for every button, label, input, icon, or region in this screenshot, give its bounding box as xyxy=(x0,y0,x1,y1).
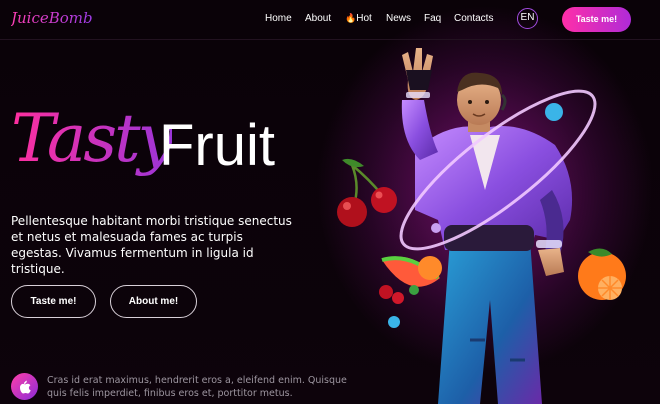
navbar: JuiceBomb Home About 🔥Hot News Faq Conta… xyxy=(0,0,660,40)
nav-home[interactable]: Home xyxy=(265,13,292,24)
cherries-illustration xyxy=(337,158,397,227)
character-hand xyxy=(538,248,564,276)
hero-title-main: Fruit xyxy=(159,113,275,178)
hero-description: Pellentesque habitant morbi tristique se… xyxy=(11,214,292,276)
nav-hot[interactable]: 🔥Hot xyxy=(345,13,372,24)
nav-hot-label: Hot xyxy=(356,13,372,24)
fire-icon: 🔥 xyxy=(345,13,357,23)
character-raised-hand xyxy=(402,48,433,100)
character-pants xyxy=(438,240,542,404)
orbit-bubble-small xyxy=(431,223,441,233)
floating-bubble xyxy=(388,316,400,328)
character-head xyxy=(457,72,507,132)
orbit-bubble xyxy=(545,103,563,121)
nav-news[interactable]: News xyxy=(386,13,411,24)
about-me-button[interactable]: About me! xyxy=(110,285,197,318)
language-switch[interactable]: EN xyxy=(517,8,538,29)
nav-contacts[interactable]: Contacts xyxy=(454,13,493,24)
orange-illustration xyxy=(578,248,626,300)
nav-about[interactable]: About xyxy=(305,13,331,24)
hero-title-accent: Tasty xyxy=(11,100,175,177)
nav-taste-button[interactable]: Taste me! xyxy=(562,7,631,32)
hero-illustration xyxy=(320,40,660,404)
apple-icon[interactable] xyxy=(11,373,38,400)
fruit-salad-illustration xyxy=(379,256,442,304)
taste-me-button[interactable]: Taste me! xyxy=(11,285,96,318)
brand-logo[interactable]: JuiceBomb xyxy=(11,9,93,27)
footer-note: Cras id erat maximus, hendrerit eros a, … xyxy=(47,375,347,399)
nav-faq[interactable]: Faq xyxy=(424,13,441,24)
